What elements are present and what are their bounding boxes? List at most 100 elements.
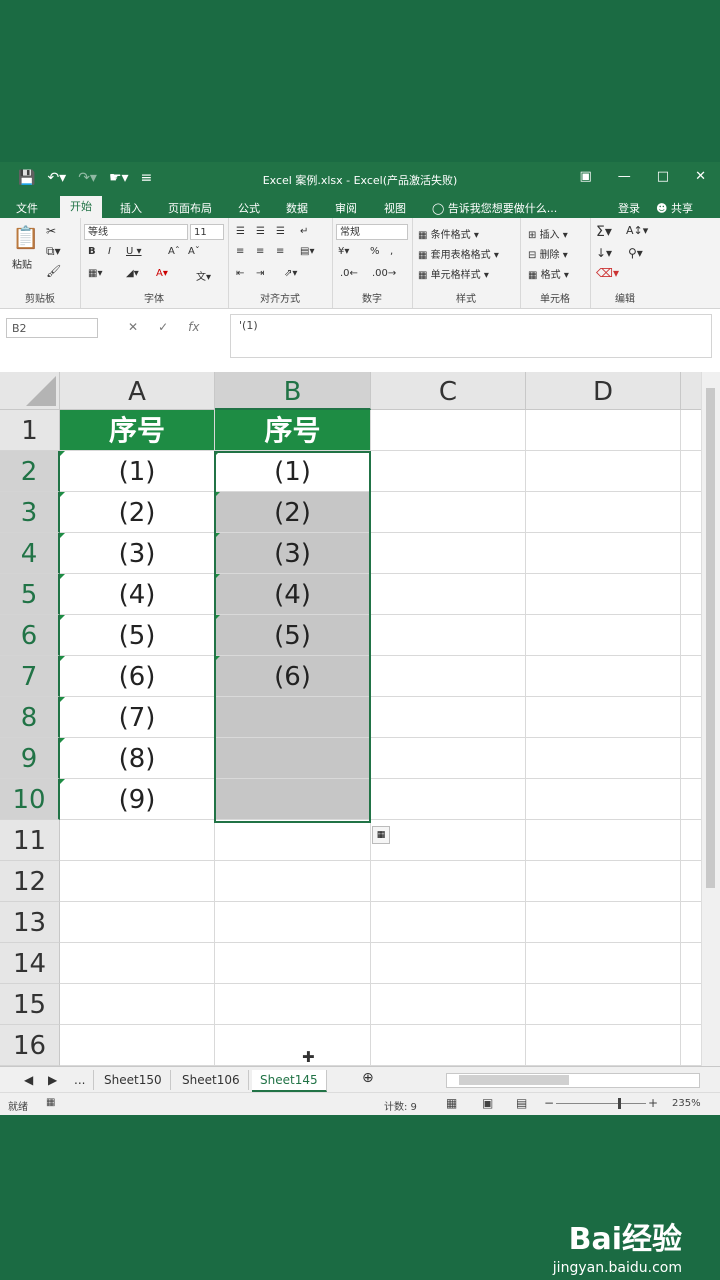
cell-a6[interactable]: (5)	[60, 615, 215, 656]
decrease-font-icon[interactable]: Aˇ	[188, 246, 200, 257]
underline-icon[interactable]: U ▾	[126, 246, 142, 257]
row-header[interactable]: 15	[0, 984, 60, 1025]
row-header[interactable]: 12	[0, 861, 60, 902]
format-painter-icon[interactable]: 🖌	[46, 264, 61, 278]
orientation-icon[interactable]: ⇗▾	[284, 268, 297, 279]
decrease-indent-icon[interactable]: ⇤	[236, 268, 244, 279]
cell[interactable]	[371, 697, 526, 738]
cell-b10[interactable]	[215, 779, 371, 820]
copy-icon[interactable]: ⧉▾	[46, 244, 61, 259]
prev-sheet-icon[interactable]: ◀	[16, 1070, 41, 1090]
increase-decimal-icon[interactable]: .0←	[340, 268, 358, 279]
minimize-icon[interactable]: —	[618, 169, 631, 184]
cell[interactable]	[371, 820, 526, 861]
cell-b11[interactable]	[215, 820, 371, 861]
insert-cells-button[interactable]: ⊞ 插入 ▾	[528, 226, 568, 241]
tab-insert[interactable]: 插入	[120, 200, 142, 216]
cell-b7[interactable]: (6)	[215, 656, 371, 697]
formula-input[interactable]: '(1)	[230, 314, 712, 358]
tab-data[interactable]: 数据	[286, 200, 308, 216]
row-header[interactable]: 16	[0, 1025, 60, 1066]
hscroll-thumb[interactable]	[459, 1075, 569, 1085]
cell[interactable]	[526, 861, 681, 902]
align-center-icon[interactable]: ≡	[256, 246, 264, 257]
normal-view-icon[interactable]: ▦	[446, 1096, 457, 1110]
align-middle-icon[interactable]: ☰	[256, 226, 265, 237]
cell-a12[interactable]	[60, 861, 215, 902]
cell[interactable]	[526, 738, 681, 779]
macro-record-icon[interactable]: ▦	[46, 1097, 55, 1108]
row-header[interactable]: 8	[0, 697, 60, 738]
clear-icon[interactable]: ⌫▾	[596, 266, 619, 280]
row-header[interactable]: 5	[0, 574, 60, 615]
cell[interactable]	[371, 861, 526, 902]
border-icon[interactable]: ▦▾	[88, 268, 102, 279]
sheet-tab[interactable]: Sheet150	[96, 1070, 171, 1090]
format-cells-button[interactable]: ▦ 格式 ▾	[528, 266, 569, 281]
cell-a8[interactable]: (7)	[60, 697, 215, 738]
cell-a10[interactable]: (9)	[60, 779, 215, 820]
row-header[interactable]: 14	[0, 943, 60, 984]
align-bottom-icon[interactable]: ☰	[276, 226, 285, 237]
cell[interactable]	[371, 492, 526, 533]
cell-a9[interactable]: (8)	[60, 738, 215, 779]
percent-icon[interactable]: %	[370, 246, 380, 257]
cell-a2[interactable]: (1)	[60, 451, 215, 492]
page-layout-view-icon[interactable]: ▣	[482, 1096, 493, 1110]
bold-icon[interactable]: B	[88, 246, 96, 257]
cell[interactable]	[526, 902, 681, 943]
cell[interactable]	[371, 779, 526, 820]
column-header-c[interactable]: C	[371, 372, 526, 410]
currency-icon[interactable]: ¥▾	[338, 246, 349, 257]
column-header-a[interactable]: A	[60, 372, 215, 410]
row-header[interactable]: 1	[0, 410, 60, 451]
cell[interactable]	[526, 943, 681, 984]
fill-icon[interactable]: ↓▾	[596, 246, 612, 260]
cell-b15[interactable]	[215, 984, 371, 1025]
font-color-icon[interactable]: A▾	[156, 268, 168, 279]
cell[interactable]	[371, 533, 526, 574]
tab-home[interactable]: 开始	[60, 196, 102, 218]
cell-styles-button[interactable]: ▦ 单元格样式 ▾	[418, 266, 489, 281]
cell[interactable]	[526, 533, 681, 574]
cell[interactable]	[526, 779, 681, 820]
cell-a15[interactable]	[60, 984, 215, 1025]
decrease-decimal-icon[interactable]: .00→	[372, 268, 396, 279]
row-header[interactable]: 7	[0, 656, 60, 697]
zoom-slider-thumb[interactable]	[618, 1098, 621, 1109]
align-top-icon[interactable]: ☰	[236, 226, 245, 237]
cell[interactable]	[526, 410, 681, 451]
cancel-icon[interactable]: ✕	[128, 320, 138, 334]
login-link[interactable]: 登录	[618, 200, 640, 216]
cut-icon[interactable]: ✂	[46, 224, 56, 238]
italic-icon[interactable]: I	[108, 246, 111, 257]
cell-b3[interactable]: (2)	[215, 492, 371, 533]
row-header[interactable]: 11	[0, 820, 60, 861]
cell[interactable]	[371, 574, 526, 615]
row-header[interactable]: 4	[0, 533, 60, 574]
select-all-button[interactable]	[0, 372, 60, 410]
font-name-select[interactable]: 等线	[84, 224, 188, 240]
align-right-icon[interactable]: ≡	[276, 246, 284, 257]
cell-a11[interactable]	[60, 820, 215, 861]
cell-a13[interactable]	[60, 902, 215, 943]
cell[interactable]	[371, 1025, 526, 1066]
cell-a14[interactable]	[60, 943, 215, 984]
cell[interactable]	[371, 738, 526, 779]
tell-me-search[interactable]: ◯ 告诉我您想要做什么...	[432, 200, 557, 216]
cell-a16[interactable]	[60, 1025, 215, 1066]
insert-function-icon[interactable]: fx	[188, 320, 199, 334]
autosum-icon[interactable]: Σ▾	[596, 224, 612, 240]
increase-indent-icon[interactable]: ⇥	[256, 268, 264, 279]
cell-a1[interactable]: 序号	[60, 410, 215, 451]
cell[interactable]	[526, 615, 681, 656]
sheet-tab[interactable]: Sheet106	[174, 1070, 249, 1090]
number-format-select[interactable]: 常规	[336, 224, 408, 240]
column-header-d[interactable]: D	[526, 372, 681, 410]
ribbon-display-icon[interactable]: ▣	[580, 169, 592, 184]
comma-icon[interactable]: ,	[390, 246, 393, 257]
font-size-select[interactable]: 11	[190, 224, 224, 240]
cell[interactable]	[371, 451, 526, 492]
cell[interactable]	[526, 492, 681, 533]
row-header[interactable]: 13	[0, 902, 60, 943]
